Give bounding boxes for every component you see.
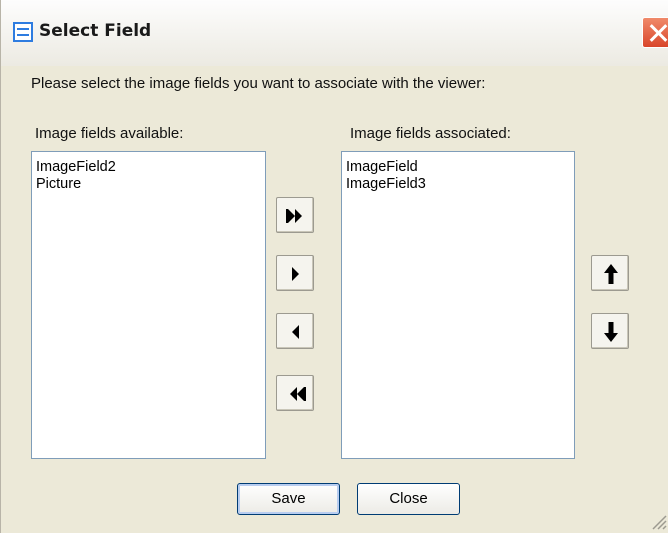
select-field-dialog: Select Field Please select the image fie… [0,0,668,533]
available-fields-label: Image fields available: [35,125,184,142]
remove-all-button[interactable] [276,375,314,411]
arrow-left-icon [292,325,299,339]
resize-grip-icon[interactable] [649,512,667,530]
arrow-up-icon [604,264,618,284]
associated-fields-list[interactable]: ImageField ImageField3 [341,151,575,459]
arrow-down-icon [604,322,618,342]
list-item[interactable]: ImageField3 [346,176,574,193]
list-item[interactable]: Picture [36,176,265,193]
window-icon [13,22,33,42]
dialog-title: Select Field [39,21,152,41]
double-arrow-left-icon [290,387,306,401]
move-up-button[interactable] [591,255,629,291]
instructions-text: Please select the image fields you want … [31,75,486,92]
move-down-button[interactable] [591,313,629,349]
save-button[interactable]: Save [237,483,340,515]
list-item[interactable]: ImageField2 [36,159,265,176]
available-fields-list[interactable]: ImageField2 Picture [31,151,266,459]
add-all-button[interactable] [276,197,314,233]
title-bar: Select Field [1,0,668,66]
associated-fields-label: Image fields associated: [350,125,511,142]
close-icon[interactable] [642,17,668,48]
add-button[interactable] [276,255,314,291]
remove-button[interactable] [276,313,314,349]
list-item[interactable]: ImageField [346,159,574,176]
double-arrow-right-icon [286,209,302,223]
close-button[interactable]: Close [357,483,460,515]
arrow-right-icon [292,267,299,281]
